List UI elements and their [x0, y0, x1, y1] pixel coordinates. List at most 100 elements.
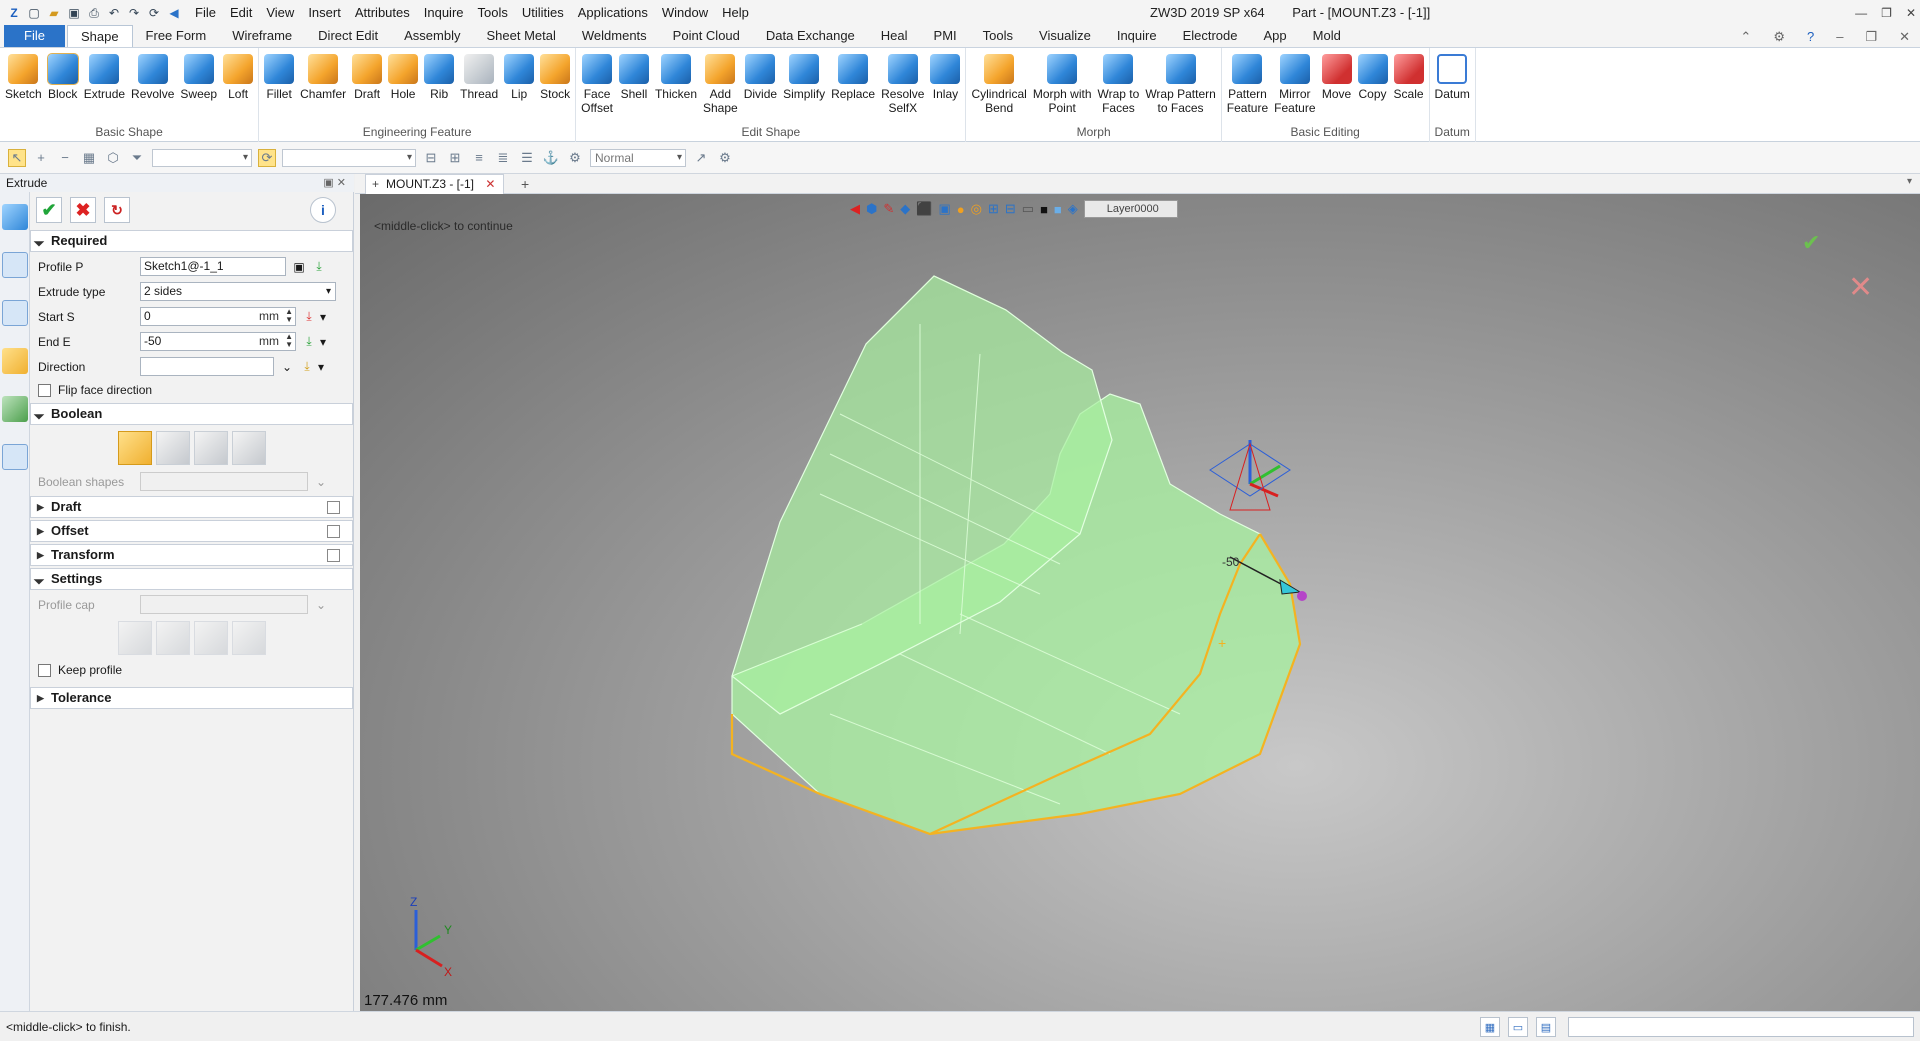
profile-sketch-icon[interactable]: ⤓: [312, 259, 326, 274]
refresh-icon[interactable]: ⟳: [146, 5, 162, 21]
end-pick-icon[interactable]: ⤓: [302, 334, 316, 349]
assembly-tree-icon[interactable]: [1, 300, 28, 326]
menu-inquire[interactable]: Inquire: [417, 0, 471, 26]
tab-wireframe[interactable]: Wireframe: [219, 25, 305, 47]
menu-tools[interactable]: Tools: [471, 0, 515, 26]
section-offset[interactable]: Offset: [30, 520, 353, 542]
app-logo-icon[interactable]: Z: [6, 5, 22, 21]
boolean-intersect-icon[interactable]: [232, 431, 266, 465]
menu-insert[interactable]: Insert: [301, 0, 348, 26]
menu-attributes[interactable]: Attributes: [348, 0, 417, 26]
section-settings[interactable]: Settings: [30, 568, 353, 590]
start-pick-icon[interactable]: ⤓: [302, 309, 316, 324]
minimize-icon[interactable]: —: [1855, 0, 1867, 26]
open-folder-icon[interactable]: ▰: [46, 5, 62, 21]
save-icon[interactable]: ▣: [66, 5, 82, 21]
end-spinner-icon[interactable]: ▲ ▼: [285, 333, 293, 349]
pick-combo[interactable]: [282, 148, 416, 167]
tab-assembly[interactable]: Assembly: [391, 25, 473, 47]
cancel-button[interactable]: ✖: [70, 197, 96, 223]
document-tab[interactable]: + MOUNT.Z3 - [-1] ✕: [365, 174, 505, 194]
end-dropdown-icon[interactable]: ▾: [316, 335, 330, 349]
align-icon-2[interactable]: ≣: [494, 149, 512, 167]
settings-small-icon[interactable]: ⚙: [716, 149, 734, 167]
menu-utilities[interactable]: Utilities: [515, 0, 571, 26]
tab-list-icon[interactable]: ▾: [1907, 176, 1912, 187]
transform-checkbox[interactable]: [327, 549, 340, 562]
close-tab-icon[interactable]: ✕: [485, 177, 495, 191]
align-icon-1[interactable]: ≡: [470, 149, 488, 167]
boolean-remove-icon[interactable]: [194, 431, 228, 465]
filter-grid-icon[interactable]: ▦: [80, 149, 98, 167]
status-view-icon-3[interactable]: ▤: [1536, 1017, 1556, 1037]
panel-pin-close-icon[interactable]: ▣ ✕: [323, 174, 346, 192]
doc-minimize-icon[interactable]: –: [1836, 26, 1843, 48]
undo-icon[interactable]: ↶: [106, 5, 122, 21]
info-icon[interactable]: i: [310, 197, 336, 223]
tab-visualize[interactable]: Visualize: [1026, 25, 1104, 47]
extrude-type-select[interactable]: 2 sides ▾: [140, 282, 336, 301]
help-icon[interactable]: ?: [1807, 26, 1814, 48]
flip-checkbox[interactable]: [38, 383, 51, 397]
section-draft[interactable]: Draft: [30, 496, 353, 518]
new-file-icon[interactable]: ▢: [26, 5, 42, 21]
layer-filter-icon[interactable]: ⟳: [258, 148, 276, 167]
ok-button[interactable]: ✔: [36, 197, 62, 223]
status-command-field[interactable]: [1568, 1017, 1914, 1037]
tab-sheet-metal[interactable]: Sheet Metal: [474, 25, 569, 47]
feature-manager-icon[interactable]: [1, 204, 28, 230]
tab-pmi[interactable]: PMI: [921, 25, 970, 47]
tab-shape[interactable]: Shape: [66, 25, 133, 47]
menu-file[interactable]: File: [188, 0, 223, 26]
tab-free-form[interactable]: Free Form: [133, 25, 220, 47]
tab-app[interactable]: App: [1251, 25, 1300, 47]
pick-filter-icon[interactable]: ↖: [8, 148, 26, 167]
snap-icon-1[interactable]: ⊟: [422, 149, 440, 167]
direction-dropdown-icon[interactable]: ▾: [314, 360, 328, 374]
menu-applications[interactable]: Applications: [571, 0, 655, 26]
doc-close-icon[interactable]: ✕: [1899, 26, 1910, 48]
section-required[interactable]: Required: [30, 230, 353, 252]
tab-mold[interactable]: Mold: [1300, 25, 1354, 47]
direction-input[interactable]: [140, 357, 274, 376]
anchor-icon[interactable]: ⚓: [542, 149, 560, 167]
start-spinner-icon[interactable]: ▲ ▼: [285, 308, 293, 324]
draft-checkbox[interactable]: [327, 501, 340, 514]
status-view-icon-2[interactable]: ▭: [1508, 1017, 1528, 1037]
render-icon[interactable]: ⚙: [566, 149, 584, 167]
pick-minus-icon[interactable]: −: [56, 149, 74, 167]
profile-input[interactable]: Sketch1@-1_1: [140, 257, 286, 276]
section-transform[interactable]: Transform: [30, 544, 353, 566]
render-mode-select[interactable]: Normal: [590, 148, 686, 167]
boolean-base-icon[interactable]: [118, 431, 152, 465]
view-manager-icon[interactable]: [1, 396, 28, 422]
tab-file[interactable]: File: [4, 25, 65, 47]
tab-inquire[interactable]: Inquire: [1104, 25, 1170, 47]
end-input[interactable]: -50 mm ▲ ▼: [140, 332, 296, 351]
dimension-label[interactable]: -50: [1222, 555, 1240, 569]
apply-button[interactable]: ↻: [104, 197, 130, 223]
tab-electrode[interactable]: Electrode: [1170, 25, 1251, 47]
tab-direct-edit[interactable]: Direct Edit: [305, 25, 391, 47]
boolean-add-icon[interactable]: [156, 431, 190, 465]
keep-profile-checkbox[interactable]: [38, 663, 51, 677]
offset-checkbox[interactable]: [327, 525, 340, 538]
tab-weldments[interactable]: Weldments: [569, 25, 660, 47]
back-arrow-icon[interactable]: ◀: [166, 5, 182, 21]
cursor-icon[interactable]: ↗: [692, 149, 710, 167]
start-input[interactable]: 0 mm ▲ ▼: [140, 307, 296, 326]
plane-icon[interactable]: ⬡: [104, 149, 122, 167]
menu-edit[interactable]: Edit: [223, 0, 259, 26]
tab-point-cloud[interactable]: Point Cloud: [660, 25, 753, 47]
menu-window[interactable]: Window: [655, 0, 715, 26]
direction-expand-icon[interactable]: ⌄: [280, 360, 294, 374]
tab-data-exchange[interactable]: Data Exchange: [753, 25, 868, 47]
redo-icon[interactable]: ↷: [126, 5, 142, 21]
direction-pick-icon[interactable]: ⤓: [300, 359, 314, 374]
tab-tools[interactable]: Tools: [970, 25, 1026, 47]
profile-select-icon[interactable]: ▣: [292, 260, 306, 274]
menu-help[interactable]: Help: [715, 0, 756, 26]
filter-combo[interactable]: [152, 148, 252, 167]
pick-plus-icon[interactable]: +: [32, 149, 50, 167]
restore-icon[interactable]: ❐: [1881, 0, 1892, 26]
